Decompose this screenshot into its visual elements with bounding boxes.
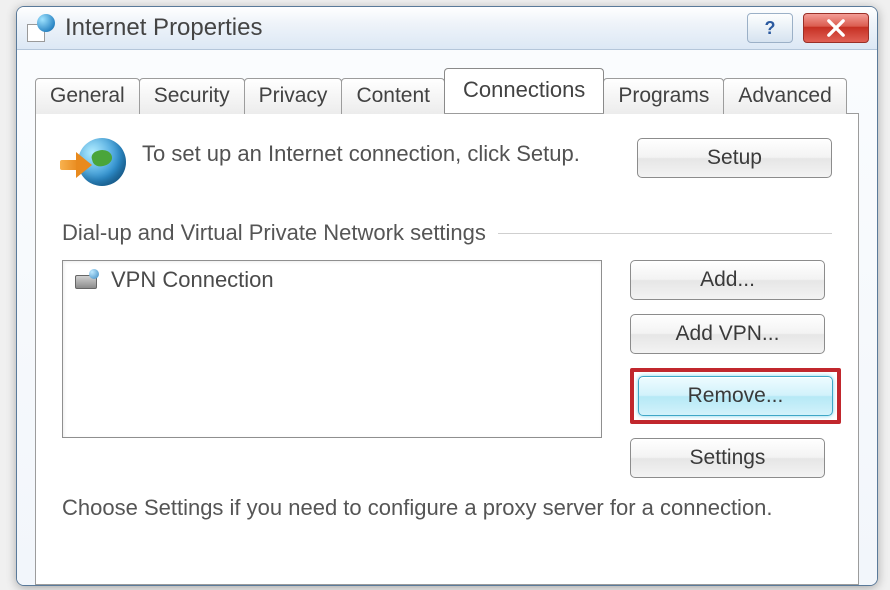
internet-properties-dialog: Internet Properties ? General Security P… xyxy=(16,6,878,586)
settings-button[interactable]: Settings xyxy=(630,438,825,478)
settings-hint-row: Choose Settings if you need to configure… xyxy=(62,494,832,523)
globe-arrow-icon xyxy=(62,138,128,194)
remove-button[interactable]: Remove... xyxy=(638,376,833,416)
connection-name: VPN Connection xyxy=(111,267,274,293)
window-title: Internet Properties xyxy=(65,14,262,42)
add-button[interactable]: Add... xyxy=(630,260,825,300)
help-button[interactable]: ? xyxy=(747,13,793,43)
connections-tab-page: To set up an Internet connection, click … xyxy=(35,113,859,585)
tab-advanced[interactable]: Advanced xyxy=(723,78,846,114)
setup-row: To set up an Internet connection, click … xyxy=(62,138,832,194)
dialup-group-label: Dial-up and Virtual Private Network sett… xyxy=(62,220,486,246)
remove-highlight: Remove... xyxy=(630,368,841,424)
titlebar: Internet Properties ? xyxy=(17,7,877,50)
tab-privacy[interactable]: Privacy xyxy=(244,78,343,114)
close-button[interactable] xyxy=(803,13,869,43)
settings-hint-text: Choose Settings if you need to configure… xyxy=(62,494,832,523)
tab-programs[interactable]: Programs xyxy=(603,78,724,114)
tab-security[interactable]: Security xyxy=(139,78,245,114)
connection-buttons: Add... Add VPN... Remove... Settings xyxy=(630,260,841,492)
connection-icon xyxy=(73,269,101,291)
setup-button[interactable]: Setup xyxy=(637,138,832,178)
dialup-group-body: VPN Connection Add... Add VPN... Remove.… xyxy=(62,260,832,492)
internet-options-icon xyxy=(27,14,55,42)
divider xyxy=(498,233,832,234)
add-vpn-button[interactable]: Add VPN... xyxy=(630,314,825,354)
setup-hint-text: To set up an Internet connection, click … xyxy=(142,138,617,169)
close-icon xyxy=(827,19,845,37)
tab-strip: General Security Privacy Content Connect… xyxy=(35,68,859,113)
tab-general[interactable]: General xyxy=(35,78,140,114)
list-item[interactable]: VPN Connection xyxy=(63,261,601,299)
tab-connections[interactable]: Connections xyxy=(444,68,604,113)
client-area: General Security Privacy Content Connect… xyxy=(17,50,877,585)
dialup-group-header: Dial-up and Virtual Private Network sett… xyxy=(62,220,832,246)
connections-listbox[interactable]: VPN Connection xyxy=(62,260,602,438)
tab-content[interactable]: Content xyxy=(341,78,445,114)
